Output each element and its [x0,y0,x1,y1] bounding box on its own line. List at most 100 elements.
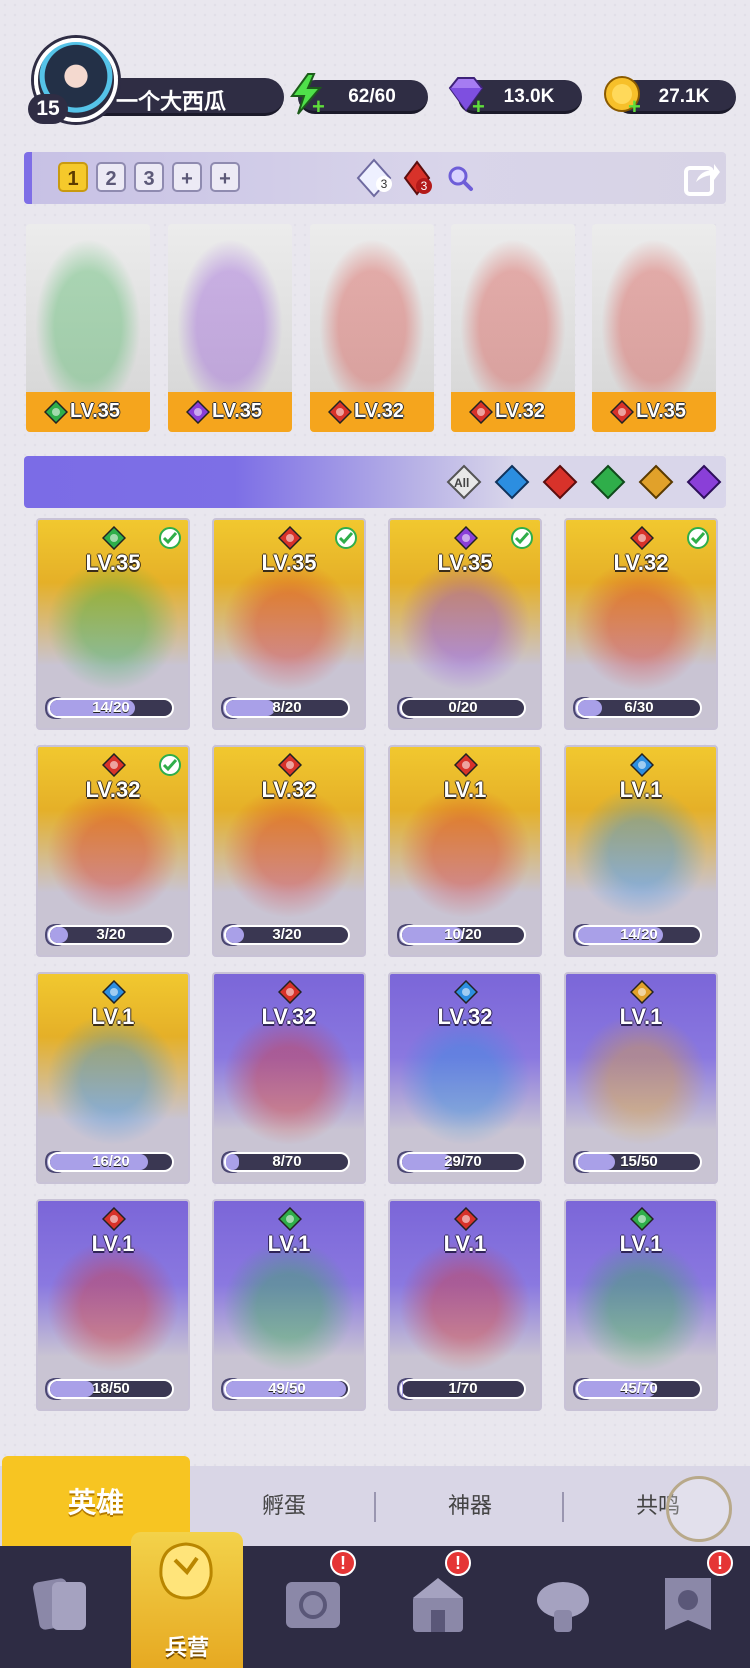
hero-level: LV.32 [261,1004,317,1029]
player-profile[interactable]: 15 一个大西瓜 [24,38,284,124]
filter-nature-icon[interactable] [590,464,626,500]
shard-count: 10/20 [444,926,482,943]
team-hero-level: LV.32 [354,400,405,422]
light-element-icon [629,979,655,1005]
hero-card[interactable]: LV.1 1/70 [388,1199,542,1411]
team-hero-card[interactable]: LV.35 [168,224,292,432]
team-slot-1[interactable]: 1 [58,162,88,192]
floating-action-icon[interactable] [666,1476,732,1542]
shard-progress-bar: 1/70 [400,1379,526,1399]
banner-alert-badge: ! [707,1550,733,1576]
team-hero-level: LV.35 [636,400,687,422]
team-hero-card[interactable]: LV.35 [26,224,150,432]
filter-dark-icon[interactable] [686,464,722,500]
hero-level: LV.32 [613,550,669,575]
nav-barracks[interactable]: 兵营 [131,1532,243,1668]
team-hero-level: LV.35 [70,400,121,422]
shard-progress-bar: 15/50 [576,1152,702,1172]
hero-card[interactable]: LV.32 6/30 [564,518,718,730]
team-slot-add-1[interactable]: + [172,162,202,192]
shard-progress-bar: 10/20 [400,925,526,945]
hero-card[interactable]: LV.1 10/20 [388,745,542,957]
hero-portrait [168,224,292,394]
coin-value: 27.1K [658,86,710,107]
team-hero-card[interactable]: LV.35 [592,224,716,432]
hero-portrait [26,224,150,394]
nav-barracks-label: 兵营 [164,1635,209,1660]
team-slot-add-2[interactable]: + [210,162,240,192]
hero-level: LV.35 [437,550,493,575]
shard-progress-bar: 0/20 [400,698,526,718]
team-hero-card[interactable]: LV.32 [310,224,434,432]
shard-progress-bar: 29/70 [400,1152,526,1172]
shard-progress-bar: 16/20 [48,1152,174,1172]
shard-count: 14/20 [620,926,658,943]
fire-element-icon [453,1206,479,1232]
checkmark-icon [335,527,357,549]
nature-element-icon [277,1206,303,1232]
dark-element-icon [185,399,211,425]
shard-count: 49/50 [268,1380,306,1397]
nature-element-icon [101,525,127,551]
fire-element-icon [101,752,127,778]
fire-element-icon [327,399,353,425]
shard-count: 14/20 [92,699,130,716]
shard-count: 15/50 [620,1153,658,1170]
barracks-icon [159,1542,213,1600]
banner-icon [665,1578,711,1630]
team-slot-2[interactable]: 2 [96,162,126,192]
hero-card[interactable]: LV.32 3/20 [212,745,366,957]
hero-level: LV.32 [437,1004,493,1029]
hero-card[interactable]: LV.1 45/70 [564,1199,718,1411]
shard-progress-bar: 3/20 [224,925,350,945]
hero-level: LV.32 [261,777,317,802]
fire-element-icon [277,979,303,1005]
fire-element-icon [629,525,655,551]
player-level: 15 [28,94,68,124]
nature-element-icon [629,1206,655,1232]
hero-card[interactable]: LV.1 14/20 [564,745,718,957]
nav-banner[interactable]: ! [625,1546,750,1668]
share-icon[interactable] [682,158,722,198]
hero-card[interactable]: LV.32 8/70 [212,972,366,1184]
search-icon[interactable] [446,164,474,192]
hero-card[interactable]: LV.1 15/50 [564,972,718,1184]
coin-counter[interactable]: + 27.1K [600,76,736,118]
cards-icon [33,1578,86,1630]
shard-progress-bar: 8/20 [224,698,350,718]
gem-counter[interactable]: + 13.0K [444,77,582,118]
flame-count: 3 [416,178,432,194]
flame-icon [403,160,431,196]
nav-guild[interactable] [500,1546,625,1668]
hero-card[interactable]: LV.1 49/50 [212,1199,366,1411]
castle-alert-badge: ! [445,1550,471,1576]
nav-map[interactable]: ! [250,1546,375,1668]
tab-artifacts[interactable]: 神器 [376,1466,564,1546]
hero-portrait [310,224,434,394]
energy-counter[interactable]: + 62/60 [284,73,428,118]
shard-progress-bar: 45/70 [576,1379,702,1399]
filter-light-icon[interactable] [638,464,674,500]
filter-water-icon[interactable] [494,464,530,500]
shard-count: 1/70 [448,1380,478,1397]
team-slot-3[interactable]: 3 [134,162,164,192]
hero-card[interactable]: LV.1 16/20 [36,972,190,1184]
hero-card[interactable]: LV.35 14/20 [36,518,190,730]
hero-level: LV.35 [85,550,141,575]
nav-castle[interactable]: ! [375,1546,500,1668]
bottom-nav: 兵营 ! ! ! [0,1532,750,1668]
nav-cards[interactable] [0,1546,125,1668]
hero-card[interactable]: LV.1 18/50 [36,1199,190,1411]
hero-card[interactable]: LV.32 3/20 [36,745,190,957]
hero-portrait [451,224,575,394]
hero-card[interactable]: LV.35 0/20 [388,518,542,730]
hero-card[interactable]: LV.35 8/20 [212,518,366,730]
hero-level: LV.1 [267,1231,311,1256]
hero-card[interactable]: LV.32 29/70 [388,972,542,1184]
hero-level: LV.1 [91,1231,135,1256]
team-hero-card[interactable]: LV.32 [451,224,575,432]
guild-icon [537,1582,589,1632]
checkmark-icon [511,527,533,549]
filter-fire-icon[interactable] [542,464,578,500]
hero-level: LV.1 [619,777,663,802]
